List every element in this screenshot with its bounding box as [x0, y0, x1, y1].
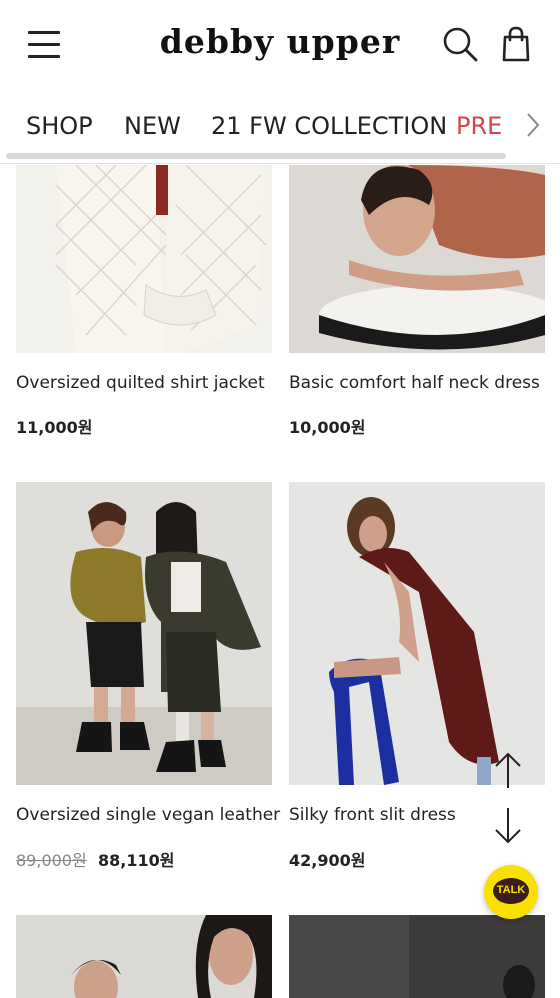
product-card[interactable]: Oversized quilted shirt jacket 11,000원 — [16, 165, 272, 437]
chevron-right-icon[interactable] — [518, 110, 548, 140]
product-image[interactable] — [16, 482, 272, 785]
product-name[interactable]: Oversized single vegan leather — [16, 805, 280, 825]
product-original-price: 89,000원 — [16, 851, 87, 870]
product-card[interactable]: Silky front slit dress 42,900원 — [289, 482, 545, 870]
product-image[interactable] — [289, 915, 545, 998]
product-price: 42,900원 — [289, 851, 366, 870]
product-card[interactable] — [16, 915, 272, 998]
product-card[interactable]: Oversized single vegan leather 89,000원 8… — [16, 482, 280, 870]
tab-21fw-collection[interactable]: 21 FW COLLECTION — [211, 112, 447, 140]
product-image[interactable] — [289, 165, 545, 353]
product-price: 11,000원 — [16, 418, 93, 437]
tab-new[interactable]: NEW — [124, 112, 181, 140]
shopping-bag-icon[interactable] — [497, 24, 535, 64]
product-name[interactable]: Basic comfort half neck dress — [289, 373, 540, 393]
search-icon[interactable] — [440, 24, 480, 64]
product-card[interactable]: Basic comfort half neck dress 10,000원 — [289, 165, 545, 437]
category-nav: SHOP NEW 21 FW COLLECTION PRE — [0, 100, 560, 164]
tab-shop[interactable]: SHOP — [26, 112, 93, 140]
nav-scrollbar[interactable] — [6, 153, 506, 159]
product-name[interactable]: Silky front slit dress — [289, 805, 456, 825]
kakaotalk-chat-button[interactable]: TALK — [484, 865, 538, 919]
product-image[interactable] — [16, 915, 272, 998]
product-image[interactable] — [16, 165, 272, 353]
talk-label: TALK — [496, 884, 526, 896]
tab-pre[interactable]: PRE — [456, 112, 502, 140]
header: debby upper — [0, 0, 560, 90]
scroll-top-arrow-icon[interactable] — [492, 750, 524, 790]
scroll-bottom-arrow-icon[interactable] — [492, 806, 524, 846]
product-price: 10,000원 — [289, 418, 366, 437]
product-price: 88,110원 — [98, 851, 175, 870]
product-image[interactable] — [289, 482, 545, 785]
product-card[interactable] — [289, 915, 545, 998]
product-name[interactable]: Oversized quilted shirt jacket — [16, 373, 265, 393]
